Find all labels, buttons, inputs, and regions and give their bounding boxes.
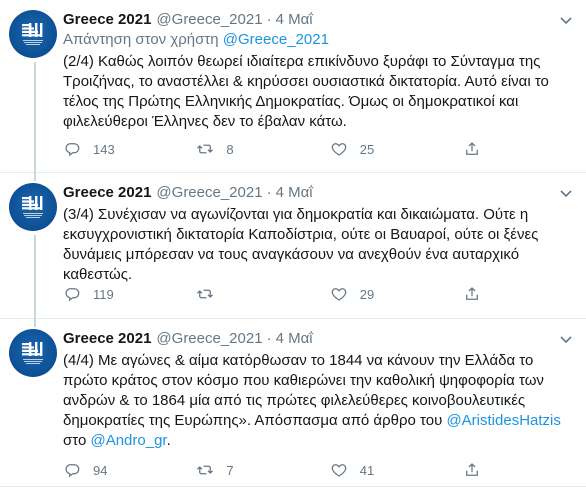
separator: · [266,330,272,347]
reply-button[interactable]: 94 [63,461,196,479]
mention-link[interactable]: @Andro_gr [90,432,166,449]
tweet-header: Greece 2021 @Greece_2021 · 4 Μαΐ [63,183,576,203]
tweet-date[interactable]: 4 Μαΐ [276,183,313,203]
tweet-thread: Greece 2021 @Greece_2021 · 4 Μαΐ Απάντησ… [0,0,586,490]
heart-icon [331,288,347,301]
mention-link[interactable]: @AristidesHatzis [446,412,560,429]
tweet[interactable]: Greece 2021 @Greece_2021 · 4 Μαΐ (3/4) Σ… [0,173,586,319]
share-button[interactable] [463,140,493,158]
thread-connector [34,173,36,181]
author-handle[interactable]: @Greece_2021 [156,329,262,349]
like-count: 29 [359,286,375,302]
retweet-icon [197,289,214,299]
author-name[interactable]: Greece 2021 [63,329,151,349]
reply-button[interactable]: 119 [63,285,196,303]
reply-count: 143 [93,141,115,157]
reply-handle-link[interactable]: @Greece_2021 [223,31,329,48]
chevron-down-icon[interactable] [558,12,574,28]
like-count: 25 [359,141,375,157]
author-handle[interactable]: @Greece_2021 [156,10,262,30]
like-button[interactable]: 29 [330,285,463,303]
retweet-count: 7 [226,462,234,478]
tweet-actions: 94 7 41 [63,461,493,479]
author-name[interactable]: Greece 2021 [63,183,151,203]
reply-icon [65,143,80,157]
tweet-actions: 143 8 25 [63,140,493,158]
tweet-text-end: . [166,432,171,449]
tweet-text-mid: στο [63,432,91,449]
tweet[interactable]: Greece 2021 @Greece_2021 · 4 Μαΐ (4/4) Μ… [0,319,586,487]
chevron-down-icon[interactable] [558,185,574,201]
share-button[interactable] [463,285,493,303]
retweet-icon [197,465,214,475]
tweet-text: (2/4) Καθώς λοιπόν θεωρεί ιδιαίτερα επικ… [63,53,549,130]
author-name[interactable]: Greece 2021 [63,10,151,30]
reply-prefix: Απάντηση στον χρήστη [63,31,219,48]
share-icon [466,463,479,476]
like-count: 41 [359,462,375,478]
reply-icon [65,464,80,478]
separator: · [266,11,272,28]
share-button[interactable] [463,461,493,479]
author-handle[interactable]: @Greece_2021 [156,183,262,203]
tweet-date[interactable]: 4 Μαΐ [276,10,313,30]
greece-2021-logo-icon [22,342,43,364]
avatar[interactable] [9,329,57,377]
thread-connector [34,319,36,327]
reply-context: Απάντηση στον χρήστη @Greece_2021 [63,30,576,50]
retweet-button[interactable] [196,285,329,303]
like-button[interactable]: 41 [330,461,463,479]
separator: · [266,184,272,201]
greece-2021-logo-icon [22,196,43,218]
reply-icon [65,288,80,302]
retweet-count: 8 [226,141,234,157]
reply-button[interactable]: 143 [63,140,196,158]
share-icon [466,142,479,155]
tweet-text: (3/4) Συνέχισαν να αγωνίζονται για δημοκ… [63,206,539,283]
retweet-icon [197,144,214,154]
heart-icon [331,143,347,156]
thread-connector [34,62,36,173]
tweet-date[interactable]: 4 Μαΐ [276,329,313,349]
retweet-button[interactable]: 7 [196,461,329,479]
tweet[interactable]: Greece 2021 @Greece_2021 · 4 Μαΐ Απάντησ… [0,0,586,173]
reply-count: 119 [93,286,114,302]
greece-2021-logo-icon [22,23,43,45]
tweet-text: (4/4) Με αγώνες & αίμα κατόρθωσαν το 184… [63,351,579,451]
like-button[interactable]: 25 [330,140,463,158]
heart-icon [331,464,347,477]
thread-connector [34,235,36,319]
avatar[interactable] [9,10,57,58]
chevron-down-icon[interactable] [558,331,574,347]
tweet-actions: 119 29 [63,285,493,303]
tweet-header: Greece 2021 @Greece_2021 · 4 Μαΐ [63,10,576,30]
share-icon [466,287,479,300]
reply-count: 94 [93,462,108,478]
tweet-header: Greece 2021 @Greece_2021 · 4 Μαΐ [63,329,576,349]
avatar[interactable] [9,183,57,231]
retweet-button[interactable]: 8 [196,140,329,158]
